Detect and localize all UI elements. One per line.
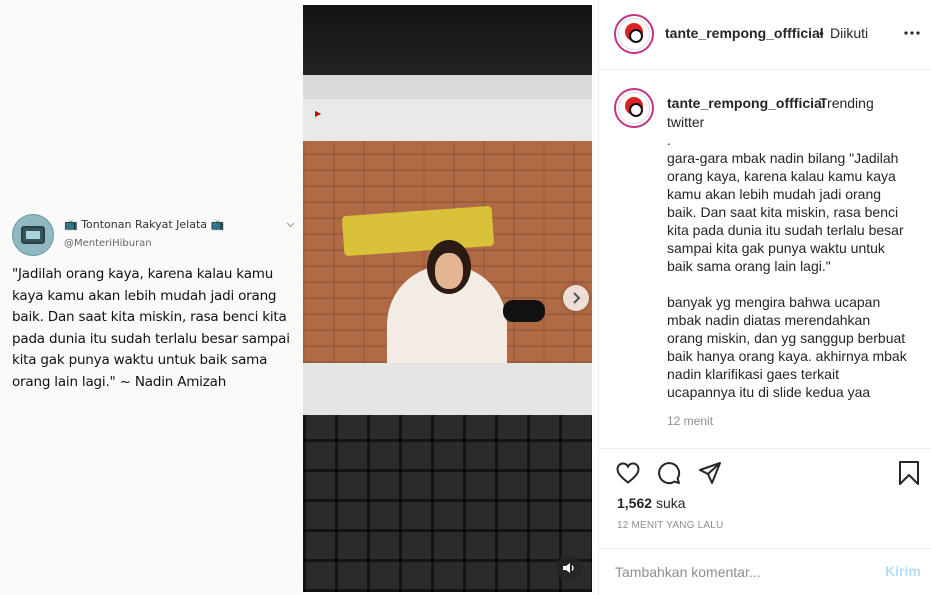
- tweet-text: "Jadilah orang kaya, karena kalau kamu k…: [12, 264, 302, 393]
- caption-line: .: [667, 132, 671, 148]
- tweet-line: kita gak punya waktu untuk baik sama: [12, 352, 268, 368]
- header-username[interactable]: tante_rempong_offficial: [665, 25, 824, 41]
- header-separator: •: [819, 25, 824, 41]
- comment-button[interactable]: [656, 460, 682, 486]
- post-side-panel: tante_rempong_offficial • Diikuti tante_…: [598, 0, 931, 595]
- likes-number: 1,562: [617, 495, 653, 511]
- tweet-line: orang lain lagi." ~ Nadin Amizah: [12, 373, 227, 390]
- like-button[interactable]: [615, 460, 641, 486]
- speaker-icon: [563, 563, 574, 573]
- avatar-image: [618, 92, 650, 124]
- next-slide-button[interactable]: [563, 285, 589, 311]
- caption-line: baik hanya orang kaya. akhirnya mbak: [667, 348, 907, 364]
- mute-button[interactable]: [556, 555, 582, 581]
- caption-line: twitter: [667, 114, 705, 130]
- caption-line: baik. Dan saat kita miskin, rasa benci: [667, 204, 899, 220]
- video-title-strip: [303, 363, 592, 415]
- caption-line: orang miskin, dan yg sanggup berbuat: [667, 330, 906, 346]
- caption-username[interactable]: tante_rempong_offficial: [667, 95, 826, 111]
- caption-line: ucapannya itu di slide kedua yaa: [667, 384, 871, 400]
- chevron-down-icon: [286, 220, 295, 231]
- caption-first-words: Trending: [819, 95, 874, 111]
- paper-plane-icon: [699, 462, 721, 484]
- laptop-bezel: [303, 5, 592, 85]
- laptop-keyboard: [303, 415, 592, 592]
- heart-icon: [616, 462, 640, 484]
- comment-input[interactable]: [615, 562, 865, 582]
- tweet-avatar: [12, 214, 54, 256]
- caption-line: sampai kita gak punya waktu untuk: [667, 240, 885, 256]
- chevron-right-icon: [573, 292, 581, 304]
- microphone: [503, 300, 545, 322]
- tweet-display-name: 📺 Tontonan Rakyat Jelata 📺: [64, 218, 225, 231]
- tweet-handle: @MenteriHiburan: [64, 238, 152, 249]
- tweet-line: baik. Dan saat kita miskin, rasa benci k…: [12, 309, 287, 325]
- youtube-logo: ▶: [315, 109, 322, 118]
- caption-line: orang kaya, karena kalau kamu kaya: [667, 168, 896, 184]
- tv-icon: [21, 226, 45, 244]
- caption-line: baik sama orang lain lagi.": [667, 258, 831, 274]
- comment-icon: [658, 462, 681, 485]
- caption-text: twitter . gara-gara mbak nadin bilang "J…: [667, 113, 929, 401]
- caption-avatar[interactable]: [614, 88, 654, 128]
- tweet-line: pada dunia itu sudah terlalu besar sampa…: [12, 330, 290, 347]
- caption-timestamp[interactable]: 12 menit: [667, 414, 713, 428]
- podcast-sign: [341, 205, 495, 257]
- post-timestamp: 12 MENIT YANG LALU: [617, 520, 724, 531]
- tweet-line: kaya kamu akan lebih mudah jadi orang: [12, 287, 277, 304]
- likes-count[interactable]: 1,562 suka: [617, 495, 686, 511]
- tweet-line: "Jadilah orang kaya, karena kalau kamu: [12, 266, 274, 282]
- caption-line: nadin klarifikasi gaes terkait: [667, 366, 839, 382]
- avatar-image: [618, 18, 650, 50]
- actions-divider: [599, 448, 931, 449]
- tweet-slide: 📺 Tontonan Rakyat Jelata 📺 @MenteriHibur…: [0, 0, 303, 595]
- share-button[interactable]: [697, 460, 723, 486]
- more-icon: [904, 31, 920, 35]
- save-button[interactable]: [896, 460, 922, 486]
- speaker-face: [435, 253, 463, 289]
- browser-address-bar: [303, 75, 592, 99]
- header-divider: [599, 69, 931, 70]
- follow-status-button[interactable]: Diikuti: [830, 25, 868, 41]
- caption-line: mbak nadin diatas merendahkan: [667, 312, 871, 328]
- caption-line: kamu akan lebih mudah jadi orang: [667, 186, 882, 202]
- caption-line: gara-gara mbak nadin bilang "Jadilah: [667, 150, 899, 166]
- comment-divider: [599, 548, 931, 549]
- more-options-button[interactable]: [901, 24, 923, 42]
- caption-line: banyak yg mengira bahwa ucapan: [667, 294, 881, 310]
- post-comment-button[interactable]: Kirim: [885, 563, 921, 579]
- laptop-screen: ▶: [303, 75, 592, 415]
- likes-label: suka: [655, 495, 686, 511]
- video-player[interactable]: ▶: [303, 5, 592, 592]
- bookmark-icon: [899, 461, 919, 485]
- caption-line: kita pada dunia itu sudah terlalu besar: [667, 222, 904, 238]
- avatar[interactable]: [614, 14, 654, 54]
